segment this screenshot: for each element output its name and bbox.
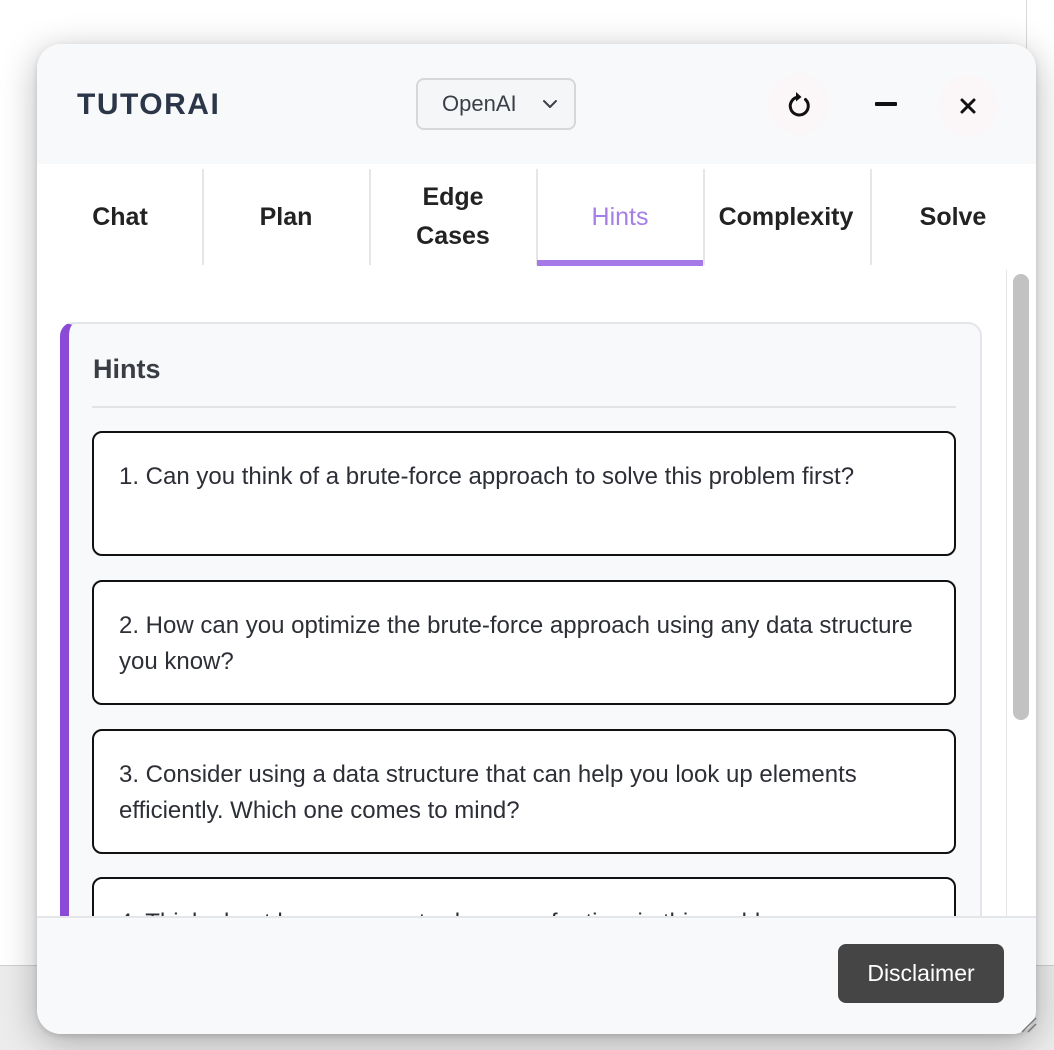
brand-title: TUTORAI: [77, 88, 221, 121]
tab-edge-cases[interactable]: Edge Cases: [370, 167, 536, 267]
active-tab-indicator: [537, 260, 703, 266]
hint-item: 4. Think about how you can trade space f…: [92, 877, 956, 916]
hint-item: 3. Consider using a data structure that …: [92, 729, 956, 854]
hints-title: Hints: [93, 354, 161, 384]
hints-card: Hints 1. Can you think of a brute-force …: [60, 322, 982, 916]
refresh-button[interactable]: [768, 73, 830, 135]
minimize-icon: [875, 102, 897, 106]
panel-footer: Disclaimer: [37, 916, 1036, 1034]
scrollbar-thumb[interactable]: [1013, 274, 1029, 720]
provider-select-value: OpenAI: [442, 91, 517, 116]
resize-grip-icon[interactable]: [1018, 1014, 1038, 1034]
panel-header: TUTORAI OpenAI: [37, 44, 1036, 164]
refresh-icon: [788, 92, 810, 117]
content-area: Hints 1. Can you think of a brute-force …: [37, 274, 1012, 916]
tab-chat[interactable]: Chat: [37, 167, 203, 267]
tab-plan[interactable]: Plan: [203, 167, 369, 267]
tutorai-panel: TUTORAI OpenAI Chat Plan Edge Cases Hint…: [37, 44, 1036, 1034]
minimize-button[interactable]: [855, 73, 917, 135]
tab-solve[interactable]: Solve: [870, 167, 1036, 267]
tab-complexity[interactable]: Complexity: [703, 167, 869, 267]
hint-item: 2. How can you optimize the brute-force …: [92, 580, 956, 705]
disclaimer-button[interactable]: Disclaimer: [838, 944, 1004, 1003]
close-icon: [960, 98, 976, 114]
provider-select[interactable]: OpenAI: [416, 78, 576, 130]
hints-divider: [92, 406, 956, 408]
tab-hints[interactable]: Hints: [537, 167, 703, 267]
close-button[interactable]: [937, 75, 999, 137]
hint-item: 1. Can you think of a brute-force approa…: [92, 431, 956, 556]
chevron-down-icon: [543, 100, 557, 108]
